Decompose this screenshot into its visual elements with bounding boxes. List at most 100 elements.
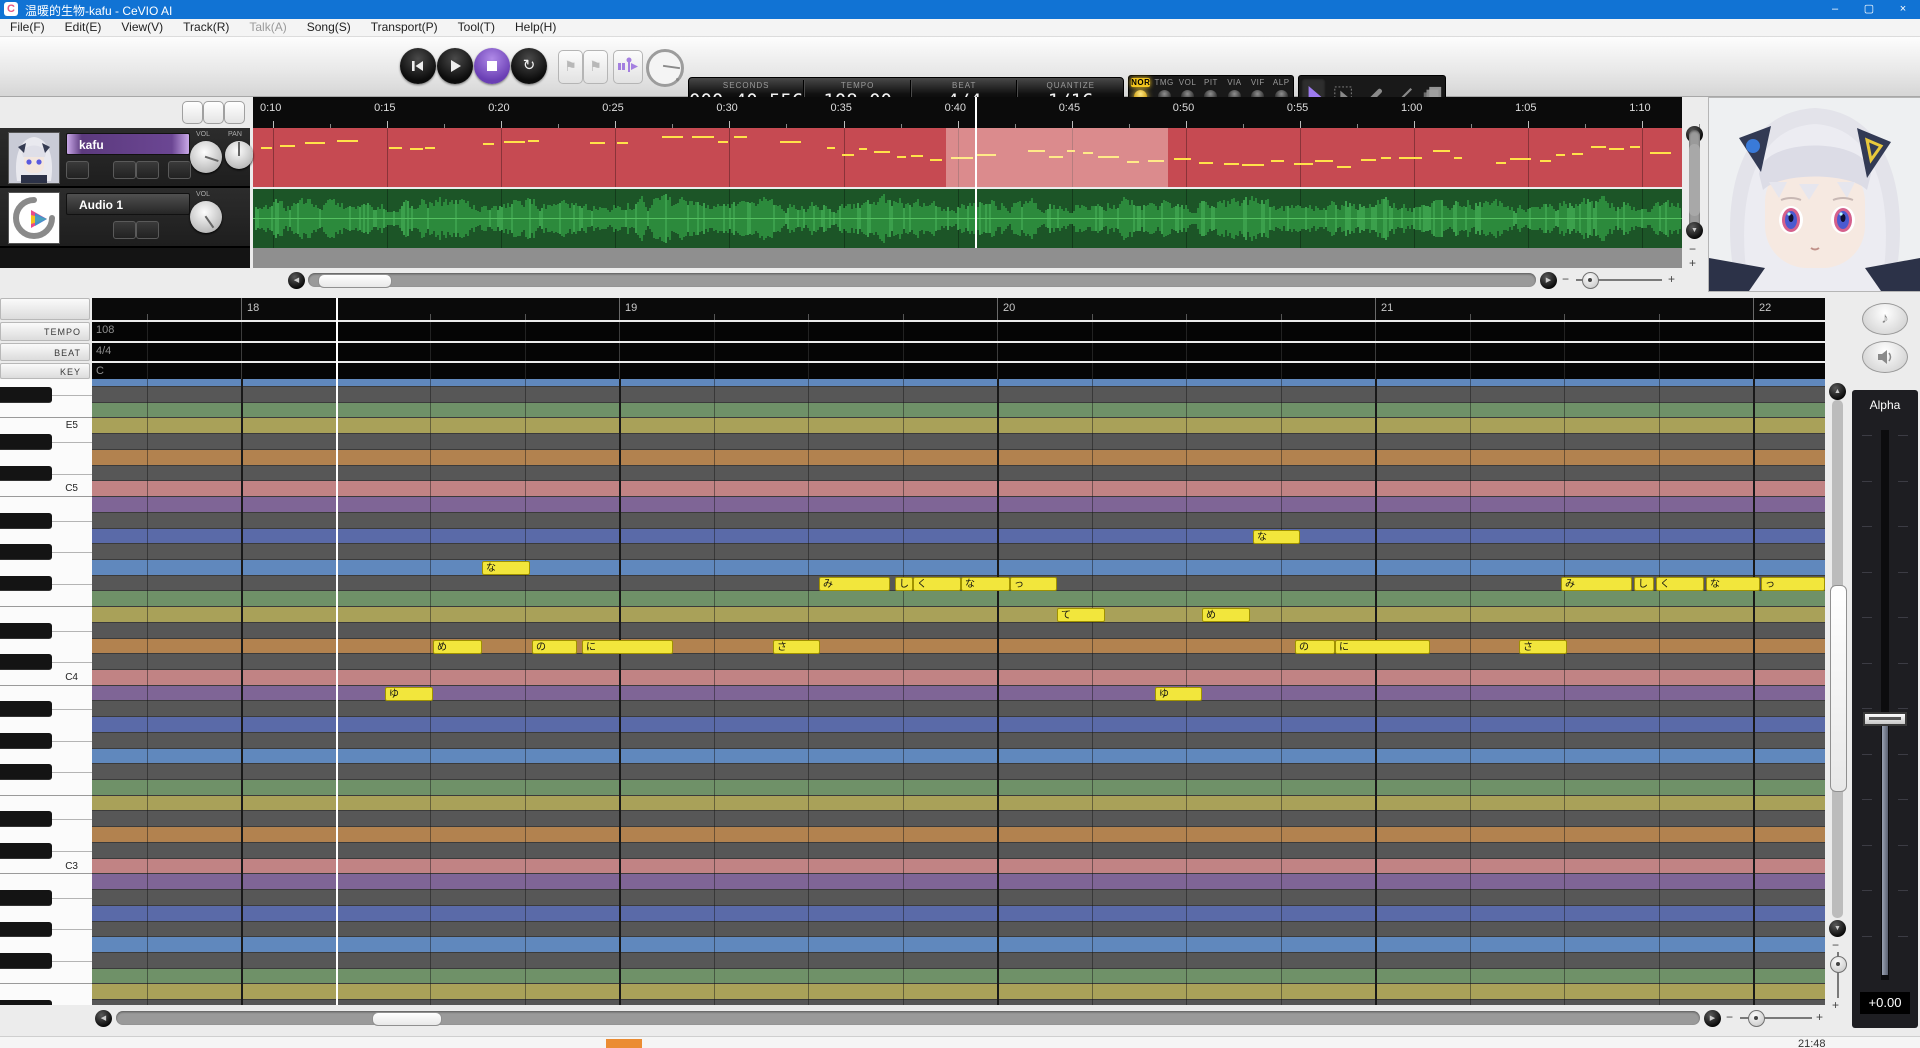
piano-roll-measure-ruler[interactable]: 1819202122 (92, 298, 1825, 320)
piano-black-key[interactable] (0, 764, 52, 780)
flag-start-icon[interactable]: ⚑ (558, 50, 583, 84)
move-track-down-button[interactable] (224, 101, 245, 124)
piano-black-key[interactable] (0, 513, 52, 529)
note-め-1[interactable]: め (433, 640, 482, 654)
note-な-21[interactable]: な (1706, 577, 1760, 591)
note-ゆ-0[interactable]: ゆ (385, 687, 433, 701)
arrange-zoom-out[interactable]: − (1562, 272, 1569, 286)
note-く-20[interactable]: く (1656, 577, 1704, 591)
arrange-time-ruler[interactable]: 0:100:150:200:250:300:350:400:450:500:55… (253, 97, 1682, 128)
note-め-13[interactable]: め (1202, 608, 1250, 622)
pr-vzoom-in[interactable]: + (1832, 998, 1839, 1012)
note-に-3[interactable]: に (582, 640, 673, 654)
track-audio1-mute-button[interactable] (113, 221, 136, 239)
pr-hscroll-track[interactable] (116, 1011, 1700, 1025)
menu-viewv[interactable]: View(V) (111, 19, 173, 35)
piano-black-key[interactable] (0, 544, 52, 560)
note-み-18[interactable]: み (1561, 577, 1632, 591)
arrange-zoom-in[interactable]: + (1668, 272, 1675, 286)
piano-black-key[interactable] (0, 623, 52, 639)
piano-black-key[interactable] (0, 701, 52, 717)
flag-end-icon[interactable]: ⚑ (583, 50, 608, 84)
pr-scroll-up-button[interactable]: ▲ (1829, 383, 1846, 400)
audio1-vol-knob[interactable] (190, 201, 222, 233)
piano-keyboard[interactable]: E5C5C4C3 (0, 379, 93, 1005)
arrange-selection-region[interactable] (946, 128, 1168, 187)
menu-helph[interactable]: Help(H) (505, 19, 566, 35)
arrange-scroll-left-button[interactable]: ◀ (288, 272, 305, 289)
piano-black-key[interactable] (0, 953, 52, 969)
play-button[interactable] (437, 48, 473, 84)
note-の-15[interactable]: の (1295, 640, 1335, 654)
piano-black-key[interactable] (0, 466, 52, 482)
piano-black-key[interactable] (0, 890, 52, 906)
note-し-19[interactable]: し (1634, 577, 1654, 591)
metronome-dial[interactable] (646, 49, 684, 87)
maximize-button[interactable]: ▢ (1852, 0, 1886, 19)
loop-button[interactable]: ↻ (511, 48, 547, 84)
menu-transportp[interactable]: Transport(P) (361, 19, 448, 35)
pr-hzoom-out[interactable]: − (1726, 1010, 1733, 1024)
track-kafu-solo-button[interactable] (136, 161, 159, 179)
arrange-hscroll-track[interactable] (308, 273, 1536, 287)
note-な-4[interactable]: な (482, 561, 530, 575)
pr-hscroll-thumb[interactable] (372, 1012, 442, 1026)
piano-black-key[interactable] (0, 843, 52, 859)
note-く-8[interactable]: く (913, 577, 961, 591)
pr-vzoom-knob[interactable] (1830, 956, 1847, 973)
arrange-hscroll-thumb[interactable] (318, 274, 392, 288)
track-kafu-mute-button[interactable] (113, 161, 136, 179)
menu-songs[interactable]: Song(S) (297, 19, 361, 35)
add-track-button[interactable] (182, 101, 203, 124)
track-name-audio1[interactable]: Audio 1 (66, 193, 190, 215)
piano-black-key[interactable] (0, 387, 52, 403)
note-ゆ-12[interactable]: ゆ (1155, 687, 1202, 701)
piano-roll-playhead[interactable] (336, 298, 338, 1005)
note-な-14[interactable]: な (1253, 530, 1300, 544)
arrange-scroll-right-button[interactable]: ▶ (1540, 272, 1557, 289)
piano-black-key[interactable] (0, 654, 52, 670)
note-っ-10[interactable]: っ (1010, 577, 1057, 591)
note-な-9[interactable]: な (961, 577, 1010, 591)
menu-filef[interactable]: File(F) (0, 19, 55, 35)
note-さ-5[interactable]: さ (773, 640, 820, 654)
note-し-7[interactable]: し (895, 577, 913, 591)
note-に-16[interactable]: に (1335, 640, 1430, 654)
pr-hzoom-in[interactable]: + (1816, 1010, 1823, 1024)
piano-black-key[interactable] (0, 434, 52, 450)
menu-trackr[interactable]: Track(R) (173, 19, 239, 35)
speaker-icon[interactable] (1862, 341, 1908, 373)
arrange-playhead[interactable] (975, 97, 977, 248)
pr-scroll-left-button[interactable]: ◀ (95, 1010, 112, 1027)
audio-track-clip[interactable] (253, 189, 1682, 248)
move-track-up-button[interactable] (203, 101, 224, 124)
track-kafu-freeze-button[interactable] (168, 161, 191, 179)
close-button[interactable]: × (1886, 0, 1920, 19)
pr-vscroll-thumb[interactable] (1830, 585, 1847, 792)
track-height-zoom-in[interactable]: + (1689, 256, 1696, 270)
menu-edite[interactable]: Edit(E) (55, 19, 112, 35)
piano-roll-grid[interactable]: ゆめのになさみしくなってゆめなのにさみしくなっ (92, 379, 1825, 1005)
kafu-pan-knob[interactable] (225, 141, 253, 169)
track-kafu-cast-button[interactable] (66, 161, 89, 179)
kafu-vol-knob[interactable] (190, 141, 222, 173)
note-の-2[interactable]: の (532, 640, 577, 654)
stop-button[interactable] (474, 48, 510, 84)
piano-black-key[interactable] (0, 1000, 52, 1005)
track-name-kafu[interactable]: kafu (66, 133, 190, 155)
minimize-button[interactable]: – (1818, 0, 1852, 19)
taskbar-app-icon[interactable] (606, 1039, 642, 1048)
piano-black-key[interactable] (0, 811, 52, 827)
piano-black-key[interactable] (0, 576, 52, 592)
note-て-11[interactable]: て (1057, 608, 1105, 622)
note-っ-22[interactable]: っ (1761, 577, 1825, 591)
skip-to-start-button[interactable] (400, 48, 436, 84)
note-み-6[interactable]: み (819, 577, 890, 591)
arrange-zoom-knob[interactable] (1582, 272, 1599, 289)
piano-black-key[interactable] (0, 922, 52, 938)
track-height-zoom-out[interactable]: − (1689, 242, 1696, 256)
menu-talka[interactable]: Talk(A) (239, 19, 296, 35)
alpha-slider-handle[interactable] (1863, 712, 1907, 726)
song-track-clip[interactable] (253, 128, 1682, 187)
note-さ-17[interactable]: さ (1519, 640, 1567, 654)
